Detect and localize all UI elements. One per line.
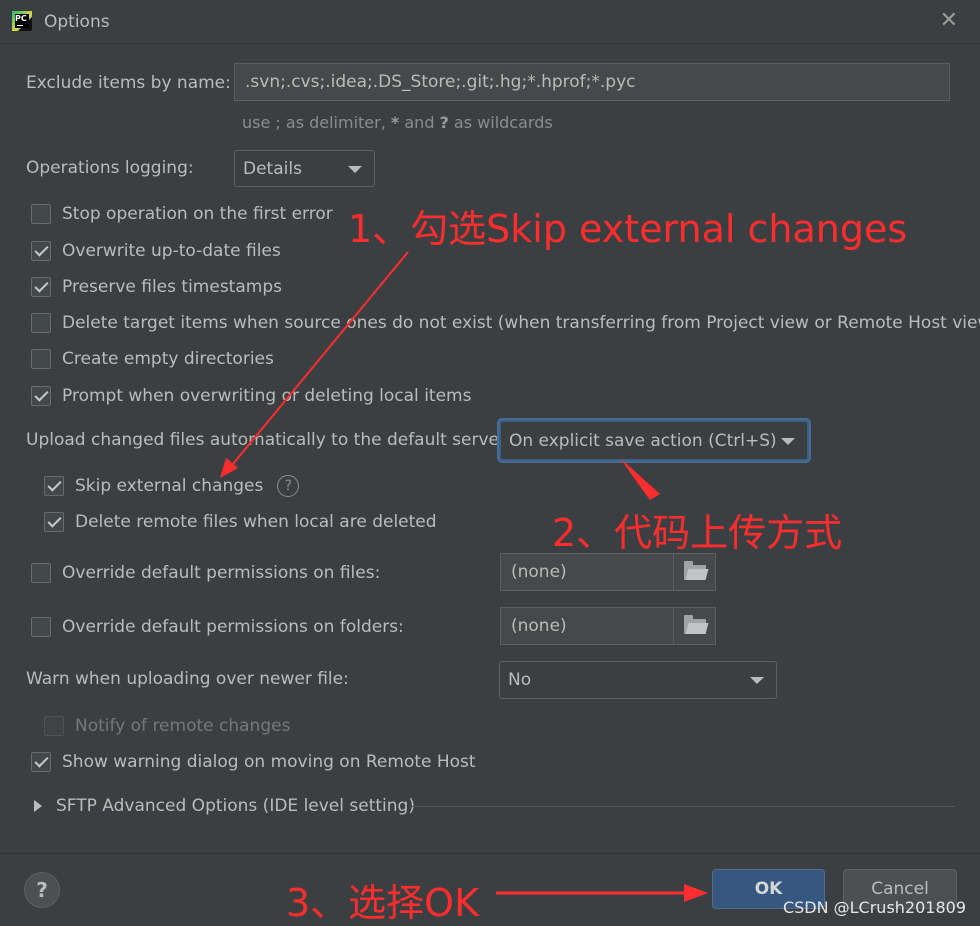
close-icon[interactable]: ✕ [940, 8, 958, 33]
annotation-step2: 2、代码上传方式 [552, 511, 843, 555]
checkbox-row[interactable]: Stop operation on the first error [31, 204, 333, 224]
help-icon[interactable]: ? [277, 475, 300, 497]
upload-mode-dropdown[interactable]: On explicit save action (Ctrl+S) [499, 420, 809, 461]
sftp-advanced-toggle[interactable]: SFTP Advanced Options (IDE level setting… [34, 796, 415, 816]
checkbox-show-warning-dialog[interactable] [31, 752, 51, 772]
checkbox-row: Notify of remote changes [44, 716, 290, 736]
checkbox-label: Notify of remote changes [75, 716, 291, 736]
file-permissions-value: (none) [511, 562, 567, 582]
checkbox-row[interactable]: Delete remote files when local are delet… [44, 512, 437, 532]
upload-changed-files-label: Upload changed files automatically to th… [26, 430, 506, 450]
annotation-step3: 3、选择OK [286, 881, 480, 925]
annotation-step1: 1、勾选Skip external changes [348, 207, 908, 251]
checkbox-label: Create empty directories [62, 349, 274, 369]
operations-logging-dropdown[interactable]: Details [234, 150, 375, 187]
file-permissions-field[interactable]: (none) [500, 553, 716, 591]
checkbox-delete-remote-files[interactable] [44, 512, 64, 532]
checkbox-label: Show warning dialog on moving on Remote … [62, 752, 476, 772]
checkbox-label: Preserve files timestamps [62, 277, 282, 297]
checkbox-row[interactable]: Show warning dialog on moving on Remote … [31, 752, 476, 772]
exclude-items-label: Exclude items by name: [26, 73, 231, 93]
checkbox-row[interactable]: Preserve files timestamps [31, 277, 282, 297]
warn-uploading-label: Warn when uploading over newer file: [26, 669, 349, 689]
operations-logging-value: Details [243, 158, 302, 179]
checkbox-preserve-timestamps[interactable] [31, 277, 51, 297]
csdn-watermark: CSDN @LCrush201809 [782, 898, 966, 917]
window-title: Options [44, 12, 110, 32]
upload-mode-value: On explicit save action (Ctrl+S) [509, 430, 777, 451]
checkbox-row[interactable]: Delete target items when source ones do … [31, 313, 980, 333]
checkbox-stop-on-error[interactable] [31, 204, 51, 224]
help-button[interactable]: ? [24, 872, 60, 908]
checkbox-row[interactable]: Override default permissions on files: [31, 563, 380, 583]
checkbox-row[interactable]: Skip external changes ? [44, 475, 300, 497]
checkbox-label: Skip external changes [75, 476, 264, 496]
title-bar: PC Options ✕ [0, 0, 980, 44]
checkbox-skip-external-changes[interactable] [44, 476, 64, 496]
chevron-down-icon [348, 165, 362, 173]
annotation-arrow-2-head [620, 458, 660, 500]
exclude-items-hint: use ; as delimiter, * and ? as wildcards [242, 113, 553, 132]
checkbox-label: Prompt when overwriting or deleting loca… [62, 386, 472, 406]
exclude-items-input[interactable]: .svn;.cvs;.idea;.DS_Store;.git;.hg;*.hpr… [234, 63, 950, 101]
checkbox-label: Stop operation on the first error [62, 204, 333, 224]
checkbox-override-file-permissions[interactable] [31, 563, 51, 583]
checkbox-delete-target-items[interactable] [31, 313, 51, 333]
checkbox-label: Delete target items when source ones do … [62, 313, 980, 333]
annotation-arrows [220, 251, 708, 902]
checkbox-prompt-overwrite[interactable] [31, 386, 51, 406]
chevron-down-icon [781, 437, 795, 445]
section-divider [410, 806, 955, 807]
folder-icon[interactable] [673, 608, 715, 644]
checkbox-label: Override default permissions on files: [62, 563, 381, 583]
expand-triangle-icon [34, 800, 42, 812]
folder-permissions-field[interactable]: (none) [500, 607, 716, 645]
folder-icon[interactable] [673, 554, 715, 590]
sftp-advanced-label: SFTP Advanced Options (IDE level setting… [56, 796, 415, 816]
checkbox-row[interactable]: Prompt when overwriting or deleting loca… [31, 386, 471, 406]
checkbox-label: Delete remote files when local are delet… [75, 512, 437, 532]
checkbox-overwrite-up-to-date[interactable] [31, 241, 51, 261]
checkbox-row[interactable]: Override default permissions on folders: [31, 617, 404, 637]
checkbox-label: Overwrite up-to-date files [62, 241, 281, 261]
checkbox-override-folder-permissions[interactable] [31, 617, 51, 637]
checkbox-create-empty-dirs[interactable] [31, 349, 51, 369]
folder-permissions-value: (none) [511, 616, 567, 636]
warn-uploading-value: No [508, 670, 532, 690]
checkbox-label: Override default permissions on folders: [62, 617, 404, 637]
warn-uploading-dropdown[interactable]: No [499, 661, 777, 699]
operations-logging-label: Operations logging: [26, 158, 194, 178]
pycharm-app-icon: PC [12, 11, 32, 31]
checkbox-notify-remote-changes [44, 716, 64, 736]
checkbox-row[interactable]: Overwrite up-to-date files [31, 241, 281, 261]
checkbox-row[interactable]: Create empty directories [31, 349, 274, 369]
chevron-down-icon [750, 677, 764, 684]
